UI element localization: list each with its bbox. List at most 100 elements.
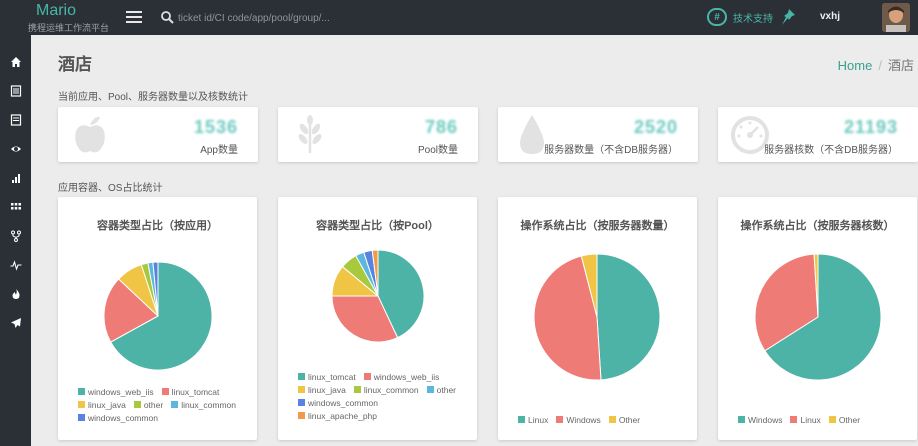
core-count-label: 服务器核数（不含DB服务器） [764, 145, 898, 156]
app-count-value: 1536 [193, 117, 238, 137]
chart-legend: Windows Linux Other [738, 413, 908, 426]
chart-title: 容器类型占比（按Pool） [316, 220, 439, 232]
sidebar-item-list[interactable] [0, 106, 31, 134]
legend-item-linux-tomcat[interactable]: linux_tomcat [298, 370, 356, 383]
chart-legend: linux_tomcat windows_web_iis linux_java lin… [298, 370, 468, 422]
legend-item-windows[interactable]: Windows [556, 413, 601, 426]
sidebar-item-send[interactable] [0, 309, 31, 337]
stat-card-cores: 21193 服务器核数（不含DB服务器） [718, 107, 918, 162]
legend-item-linux-common[interactable]: linux_common [353, 383, 419, 396]
menu-toggle-icon[interactable] [126, 9, 142, 25]
breadcrumb-current: 酒店 [887, 58, 914, 73]
home-icon [10, 57, 21, 67]
legend-item-windows-web-iis[interactable]: windows_web_iis [78, 385, 154, 398]
core-count-value: 21193 [843, 117, 898, 137]
legend-label: windows_web_iis [373, 371, 440, 382]
stat-card-pools: 786 Pool数量 [278, 107, 478, 162]
legend-label: Other [618, 414, 641, 425]
legend-label: linux_tomcat [308, 371, 356, 382]
legend-item-other[interactable]: other [426, 383, 456, 396]
sidebar-item-monitor[interactable] [0, 135, 31, 163]
legend-label: Windows [748, 414, 783, 425]
grid-icon [10, 203, 21, 210]
app-count-label: App数量 [200, 145, 238, 156]
legend-item-linux-apache-php[interactable]: linux_apache_php [298, 409, 377, 422]
legend-item-linux[interactable]: Linux [518, 413, 548, 426]
legend-item-other[interactable]: Other [608, 413, 641, 426]
stat-card-apps: 1536 App数量 [58, 107, 258, 162]
avatar[interactable] [882, 3, 910, 32]
chart-title: 容器类型占比（按应用） [97, 220, 218, 232]
app-subtitle: 携程运维工作流平台 [28, 23, 110, 33]
legend-swatch [738, 416, 745, 423]
chart-title: 操作系统占比（按服务器数量） [520, 220, 675, 232]
legend-label: linux_java [308, 384, 346, 395]
top-bar: Mario 携程运维工作流平台 # 技术支持 vxhj [0, 0, 918, 35]
search-icon [161, 11, 174, 24]
legend-label: Other [838, 414, 861, 425]
legend-swatch [78, 401, 85, 408]
legend-label: windows_common [88, 412, 158, 423]
list-icon [10, 114, 21, 126]
stats-section-title: 当前应用、Pool、服务器数量以及核数统计 [58, 92, 249, 103]
sidebar-item-health[interactable] [0, 251, 31, 279]
legend-label: other [436, 384, 456, 395]
legend-label: windows_web_iis [88, 386, 154, 397]
legend-item-linux-tomcat[interactable]: linux_tomcat [161, 385, 220, 398]
legend-swatch [828, 416, 836, 423]
legend-item-windows-common[interactable]: windows_common [78, 411, 158, 424]
legend-label: linux_common [363, 384, 419, 395]
pie-chart-os-by-cores [754, 253, 882, 381]
legend-swatch [790, 416, 798, 423]
pin-icon[interactable] [780, 8, 796, 27]
legend-label: Linux [528, 414, 549, 425]
pie-slice-linux[interactable] [596, 253, 661, 381]
chart-legend: Linux Windows Other [518, 413, 688, 426]
support-label: 技术支持 [733, 13, 773, 25]
server-count-value: 2520 [633, 117, 678, 137]
bar-chart-icon [11, 174, 20, 183]
chart-title: 操作系统占比（按服务器核数） [740, 220, 895, 232]
support-link[interactable]: # 技术支持 [707, 8, 773, 26]
document-icon [10, 85, 21, 97]
legend-label: other [143, 399, 164, 410]
legend-swatch [298, 373, 305, 380]
legend-item-linux-java[interactable]: linux_java [298, 383, 346, 396]
page-title: 酒店 [58, 55, 92, 74]
app-title: Mario [36, 2, 77, 19]
legend-item-other[interactable]: other [133, 398, 164, 411]
pool-count-label: Pool数量 [417, 145, 458, 156]
username[interactable]: vxhj [820, 11, 840, 22]
sidebar-item-stats[interactable] [0, 164, 31, 192]
legend-item-linux-java[interactable]: linux_java [78, 398, 126, 411]
charts-section-title: 应用容器、OS占比统计 [58, 183, 163, 194]
legend-item-linux[interactable]: Linux [790, 413, 821, 426]
sidebar-item-documents[interactable] [0, 77, 31, 105]
chart-card-os-by-cores: 操作系统占比（按服务器核数） Windows Linux Other [718, 197, 917, 440]
leaf-icon [298, 115, 322, 153]
fork-icon [10, 230, 21, 242]
breadcrumb-home-link[interactable]: Home [838, 58, 873, 73]
legend-item-windows-web-iis[interactable]: windows_web_iis [363, 370, 440, 383]
legend-swatch [298, 386, 305, 393]
legend-swatch [518, 416, 525, 423]
search-input[interactable] [178, 9, 378, 27]
fire-icon [12, 289, 20, 299]
sidebar-item-home[interactable] [0, 48, 31, 76]
pulse-icon [10, 260, 21, 271]
legend-item-windows-common[interactable]: windows_common [298, 396, 378, 409]
eye-icon [10, 146, 21, 152]
legend-swatch [133, 401, 141, 408]
legend-item-windows[interactable]: Windows [738, 413, 782, 426]
legend-item-linux-common[interactable]: linux_common [171, 398, 236, 411]
app-logo[interactable]: Mario 携程运维工作流平台 [0, 0, 115, 35]
legend-label: windows_common [308, 397, 378, 408]
stat-card-servers: 2520 服务器数量（不含DB服务器） [498, 107, 698, 162]
legend-label: Windows [566, 414, 601, 425]
sidebar-item-flows[interactable] [0, 222, 31, 250]
legend-item-other[interactable]: Other [828, 413, 861, 426]
legend-label: linux_tomcat [171, 386, 220, 397]
pie-chart-os-by-servers [533, 253, 661, 381]
sidebar-item-apps[interactable] [0, 193, 31, 221]
sidebar-item-alerts[interactable] [0, 280, 31, 308]
